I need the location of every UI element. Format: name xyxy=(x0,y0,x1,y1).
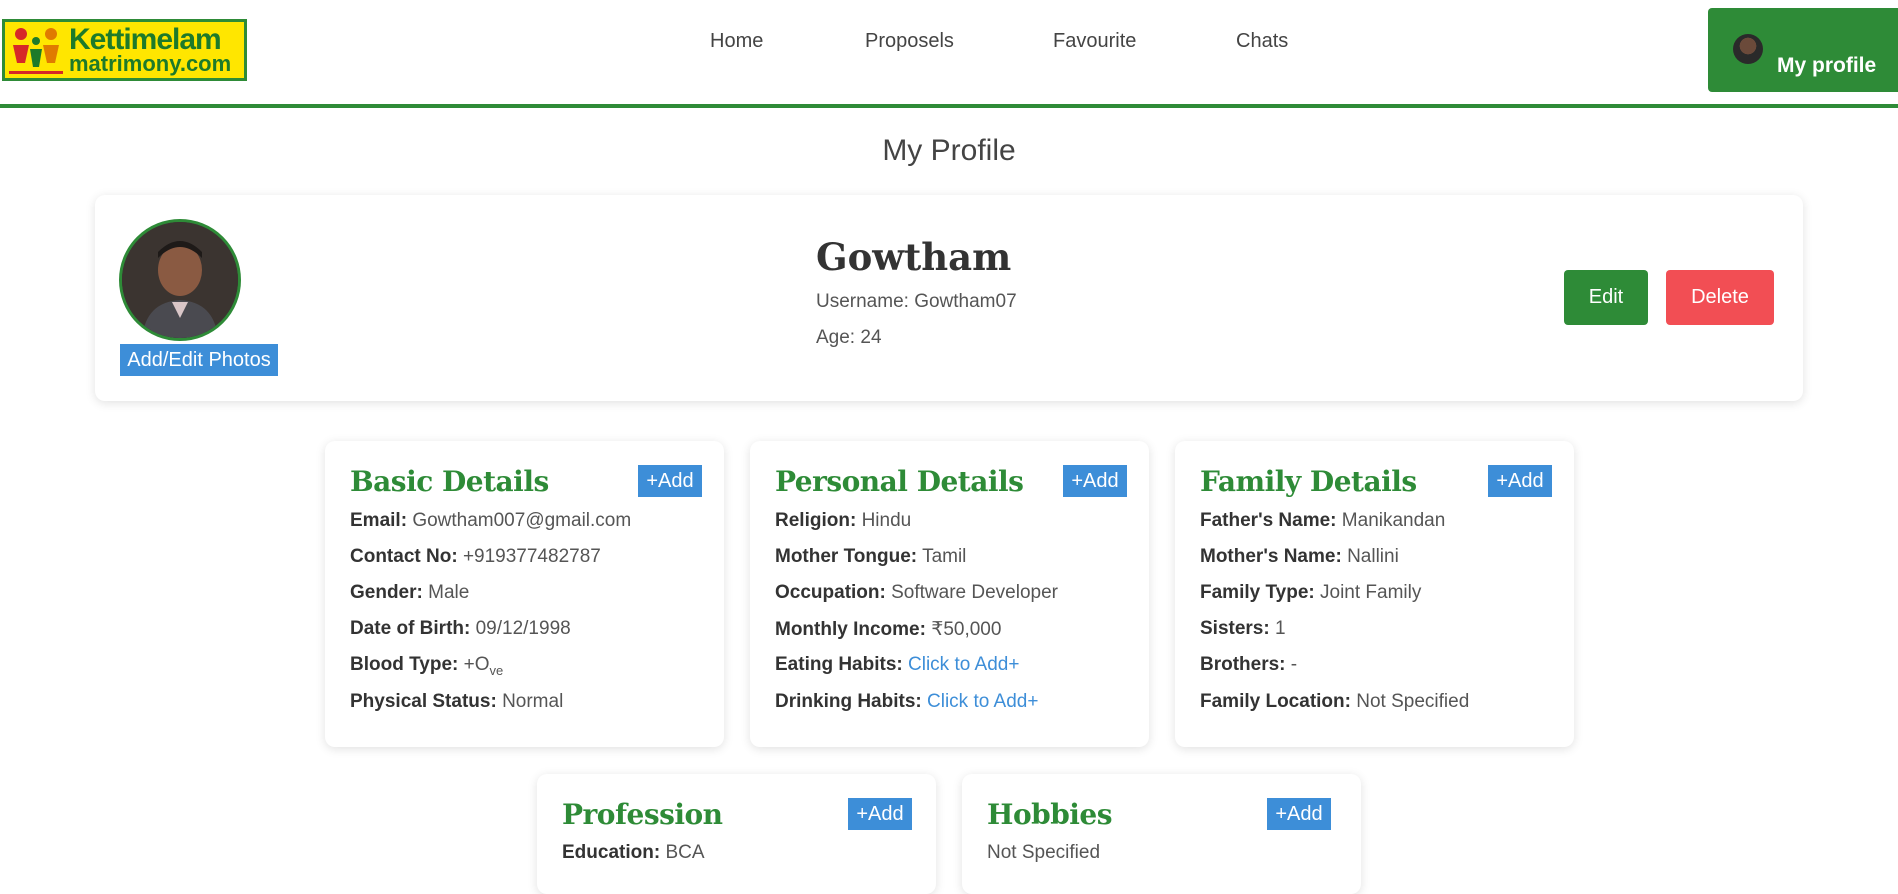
personal-add-button[interactable]: +Add xyxy=(1063,465,1127,497)
family-details-title: Family Details xyxy=(1200,465,1417,498)
personal-details-card: Personal Details +Add Religion: Hindu Mo… xyxy=(750,441,1149,747)
detail-row: Email: Gowtham007@gmail.com xyxy=(350,510,632,531)
main-nav: Home Proposels Favourite Chats xyxy=(0,30,1898,60)
basic-details-title: Basic Details xyxy=(350,465,549,498)
detail-row: Blood Type: +Ove xyxy=(350,654,504,678)
detail-row: Father's Name: Manikandan xyxy=(1200,510,1446,531)
family-add-button[interactable]: +Add xyxy=(1488,465,1552,497)
hobbies-title: Hobbies xyxy=(987,798,1113,831)
nav-home[interactable]: Home xyxy=(710,30,763,53)
detail-row: Mother's Name: Nallini xyxy=(1200,546,1399,567)
delete-button[interactable]: Delete xyxy=(1666,270,1774,325)
edit-button[interactable]: Edit xyxy=(1564,270,1648,325)
detail-row: Drinking Habits: Click to Add+ xyxy=(775,691,1039,712)
detail-row: Physical Status: Normal xyxy=(350,691,564,712)
eating-habits-add-link[interactable]: Click to Add+ xyxy=(908,654,1019,675)
detail-row: Date of Birth: 09/12/1998 xyxy=(350,618,571,639)
detail-row: Contact No: +919377482787 xyxy=(350,546,601,567)
hobbies-add-button[interactable]: +Add xyxy=(1267,798,1331,830)
age-label: Age: xyxy=(816,327,856,348)
username-line: Username: Gowtham07 xyxy=(816,291,1017,313)
username-label: Username: xyxy=(816,291,909,312)
age-value: 24 xyxy=(860,327,882,348)
profession-title: Profession xyxy=(562,798,723,831)
hobbies-card: Hobbies +Add Not Specified xyxy=(962,774,1361,894)
profile-name: Gowtham xyxy=(816,235,1012,279)
profile-summary-card: Add/Edit Photos Gowtham Username: Gowtha… xyxy=(95,195,1803,401)
detail-row: Sisters: 1 xyxy=(1200,618,1286,639)
detail-row: Occupation: Software Developer xyxy=(775,582,1058,603)
detail-row: Brothers: - xyxy=(1200,654,1298,675)
detail-row: Religion: Hindu xyxy=(775,510,912,531)
age-line: Age: 24 xyxy=(816,327,882,349)
nav-chats[interactable]: Chats xyxy=(1236,30,1288,53)
basic-add-button[interactable]: +Add xyxy=(638,465,702,497)
my-profile-button[interactable]: My profile xyxy=(1708,8,1898,92)
username-value: Gowtham07 xyxy=(914,291,1017,312)
page-title: My Profile xyxy=(882,134,1016,167)
top-header: Kettimelam matrimony.com Home Proposels … xyxy=(0,0,1898,108)
detail-row: Gender: Male xyxy=(350,582,470,603)
my-profile-label: My profile xyxy=(1777,54,1877,77)
add-edit-photos-button[interactable]: Add/Edit Photos xyxy=(120,344,278,376)
family-details-card: Family Details +Add Father's Name: Manik… xyxy=(1175,441,1574,747)
basic-details-card: Basic Details +Add Email: Gowtham007@gma… xyxy=(325,441,724,747)
personal-details-title: Personal Details xyxy=(775,465,1024,498)
profile-photo xyxy=(119,219,241,341)
drinking-habits-add-link[interactable]: Click to Add+ xyxy=(927,691,1038,712)
detail-row: Eating Habits: Click to Add+ xyxy=(775,654,1020,675)
detail-row: Family Location: Not Specified xyxy=(1200,691,1470,712)
nav-proposels[interactable]: Proposels xyxy=(865,30,954,53)
avatar xyxy=(1733,34,1763,64)
profession-add-button[interactable]: +Add xyxy=(848,798,912,830)
detail-row: Mother Tongue: Tamil xyxy=(775,546,967,567)
nav-favourite[interactable]: Favourite xyxy=(1053,30,1136,53)
profession-card: Profession +Add Education: BCA xyxy=(537,774,936,894)
detail-row: Family Type: Joint Family xyxy=(1200,582,1422,603)
detail-row: Monthly Income: ₹50,000 xyxy=(775,619,1002,640)
